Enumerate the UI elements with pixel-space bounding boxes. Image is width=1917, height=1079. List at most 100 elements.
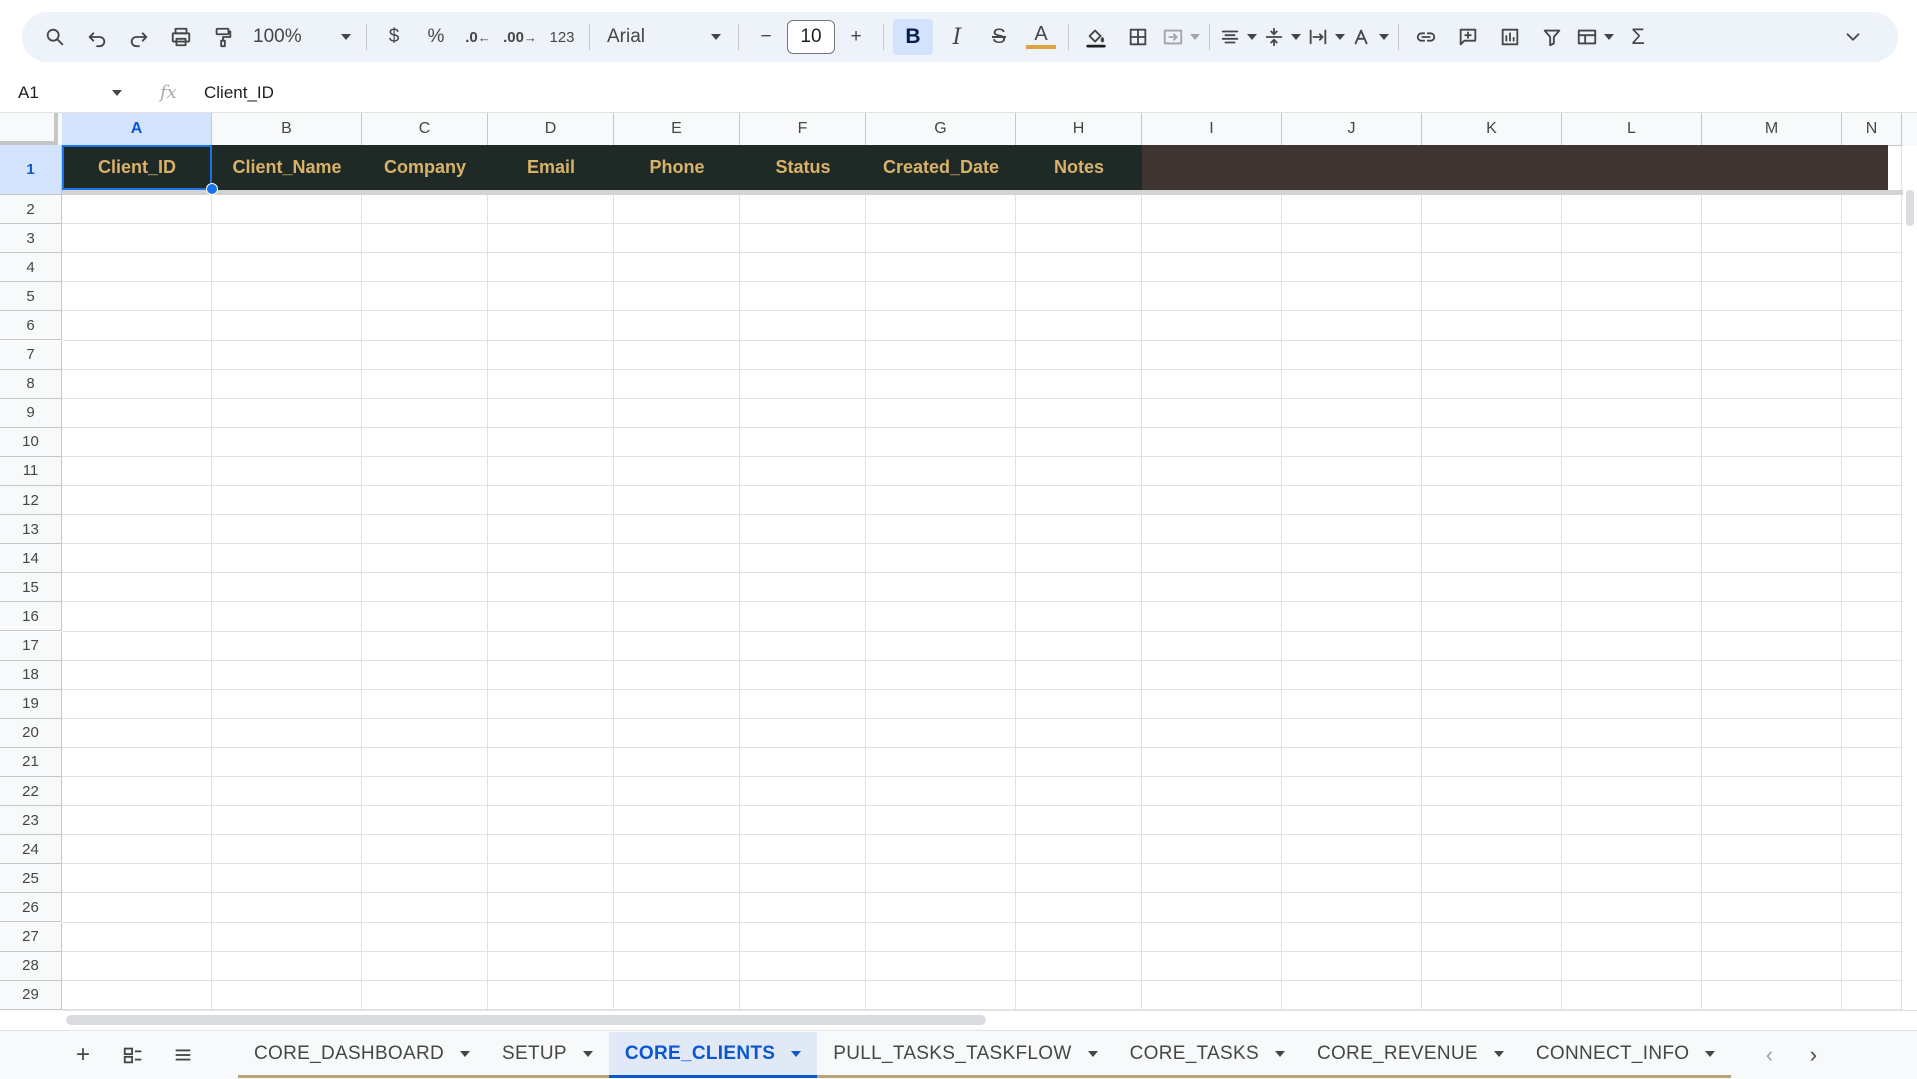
row-header-5[interactable]: 5: [0, 282, 62, 312]
chevron-down-icon[interactable]: [1493, 1050, 1504, 1057]
column-header-b[interactable]: B: [212, 113, 362, 145]
increase-font-size-button[interactable]: +: [838, 19, 874, 55]
column-header-f[interactable]: F: [740, 113, 866, 145]
sheet-tab-core-tasks[interactable]: CORE_TASKS: [1113, 1032, 1301, 1078]
column-header-k[interactable]: K: [1422, 113, 1562, 145]
font-family-select[interactable]: Arial: [599, 19, 729, 55]
more-formats-button[interactable]: 123: [544, 19, 580, 55]
row-header-27[interactable]: 27: [0, 922, 62, 952]
print-button[interactable]: [163, 19, 199, 55]
sheet-tab-core-revenue[interactable]: CORE_REVENUE: [1300, 1032, 1520, 1078]
increase-decimal-button[interactable]: .00 →: [502, 19, 538, 55]
add-sheet-button[interactable]: +: [58, 1035, 108, 1075]
frozen-row-divider[interactable]: [62, 190, 1917, 195]
row-header-10[interactable]: 10: [0, 427, 62, 457]
column-header-l[interactable]: L: [1562, 113, 1702, 145]
row-header-7[interactable]: 7: [0, 340, 62, 370]
column-header-c[interactable]: C: [362, 113, 488, 145]
row-header-26[interactable]: 26: [0, 893, 62, 923]
column-header-n[interactable]: N: [1842, 113, 1902, 145]
row-header-23[interactable]: 23: [0, 806, 62, 836]
header-cell-client-name[interactable]: Client_Name: [212, 145, 362, 190]
scroll-tabs-right-button[interactable]: ›: [1791, 1035, 1835, 1075]
horizontal-align-button[interactable]: [1219, 19, 1257, 55]
column-header-g[interactable]: G: [866, 113, 1016, 145]
font-size-input[interactable]: 10: [787, 20, 835, 54]
borders-button[interactable]: [1120, 19, 1156, 55]
header-cell-notes[interactable]: Notes: [1016, 145, 1142, 190]
header-cell-status[interactable]: Status: [740, 145, 866, 190]
collapse-toolbar-button[interactable]: [1835, 19, 1871, 55]
column-header-i[interactable]: I: [1142, 113, 1282, 145]
bold-button[interactable]: B: [893, 19, 933, 55]
sheet-tab-setup[interactable]: SETUP: [486, 1032, 609, 1078]
row-header-4[interactable]: 4: [0, 253, 62, 283]
decrease-decimal-button[interactable]: .0 ←: [460, 19, 496, 55]
sheet-tab-core-dashboard[interactable]: CORE_DASHBOARD: [238, 1032, 487, 1078]
zoom-select[interactable]: 100%: [247, 19, 357, 55]
chevron-down-icon[interactable]: [460, 1050, 471, 1057]
row-header-8[interactable]: 8: [0, 369, 62, 399]
sheet-tab-connect-info[interactable]: CONNECT_INFO: [1519, 1032, 1732, 1078]
select-all-corner[interactable]: [0, 113, 58, 145]
insert-comment-button[interactable]: [1450, 19, 1486, 55]
insert-chart-button[interactable]: [1492, 19, 1528, 55]
paint-format-button[interactable]: [205, 19, 241, 55]
row-header-20[interactable]: 20: [0, 718, 62, 748]
row-header-2[interactable]: 2: [0, 195, 62, 225]
text-color-button[interactable]: A: [1023, 19, 1059, 55]
italic-button[interactable]: I: [939, 19, 975, 55]
text-wrapping-button[interactable]: [1307, 19, 1345, 55]
fill-handle[interactable]: [206, 183, 218, 195]
name-box[interactable]: A1: [0, 78, 130, 108]
text-rotation-button[interactable]: [1351, 19, 1389, 55]
vertical-align-button[interactable]: [1263, 19, 1301, 55]
row-header-6[interactable]: 6: [0, 311, 62, 341]
row-header-18[interactable]: 18: [0, 660, 62, 690]
all-sheets-button[interactable]: [108, 1035, 158, 1075]
header-cell-email[interactable]: Email: [488, 145, 614, 190]
row-header-28[interactable]: 28: [0, 951, 62, 981]
sheet-tab-pull-tasks-taskflow[interactable]: PULL_TASKS_TASKFLOW: [817, 1032, 1114, 1078]
chevron-down-icon[interactable]: [1087, 1050, 1098, 1057]
insert-link-button[interactable]: [1408, 19, 1444, 55]
header-cell-created-date[interactable]: Created_Date: [866, 145, 1016, 190]
column-header-e[interactable]: E: [614, 113, 740, 145]
horizontal-scrollbar[interactable]: [62, 1010, 1917, 1029]
column-header-d[interactable]: D: [488, 113, 614, 145]
sheet-tab-core-clients[interactable]: CORE_CLIENTS: [608, 1032, 818, 1078]
row-header-24[interactable]: 24: [0, 835, 62, 865]
column-header-h[interactable]: H: [1016, 113, 1142, 145]
row-header-11[interactable]: 11: [0, 456, 62, 486]
functions-button[interactable]: Σ: [1620, 19, 1656, 55]
column-header-j[interactable]: J: [1282, 113, 1422, 145]
row-header-25[interactable]: 25: [0, 864, 62, 894]
chevron-down-icon[interactable]: [582, 1050, 593, 1057]
scroll-tabs-left-button[interactable]: ‹: [1747, 1035, 1791, 1075]
search-menus-button[interactable]: [37, 19, 73, 55]
sheet-menu-button[interactable]: [158, 1035, 208, 1075]
undo-button[interactable]: [79, 19, 115, 55]
header-cell-phone[interactable]: Phone: [614, 145, 740, 190]
row-header-17[interactable]: 17: [0, 631, 62, 661]
chevron-down-icon[interactable]: [1705, 1050, 1716, 1057]
row-header-9[interactable]: 9: [0, 398, 62, 428]
column-header-m[interactable]: M: [1702, 113, 1842, 145]
cell-area[interactable]: Client_ID Client_Name Company Email Phone Sta…: [62, 145, 1917, 1010]
header-cell-company[interactable]: Company: [362, 145, 488, 190]
row-header-12[interactable]: 12: [0, 486, 62, 516]
decrease-font-size-button[interactable]: −: [748, 19, 784, 55]
row-header-21[interactable]: 21: [0, 747, 62, 777]
merge-cells-button[interactable]: [1162, 19, 1200, 55]
format-percent-button[interactable]: %: [418, 19, 454, 55]
row-header-19[interactable]: 19: [0, 689, 62, 719]
column-header-a[interactable]: A: [62, 113, 212, 145]
filter-views-button[interactable]: [1576, 19, 1614, 55]
format-currency-button[interactable]: $: [376, 19, 412, 55]
row-header-14[interactable]: 14: [0, 544, 62, 574]
horizontal-scroll-thumb[interactable]: [66, 1015, 986, 1025]
row-header-3[interactable]: 3: [0, 224, 62, 254]
row-header-16[interactable]: 16: [0, 602, 62, 632]
fill-color-button[interactable]: [1078, 19, 1114, 55]
row-header-1[interactable]: 1: [0, 145, 62, 195]
